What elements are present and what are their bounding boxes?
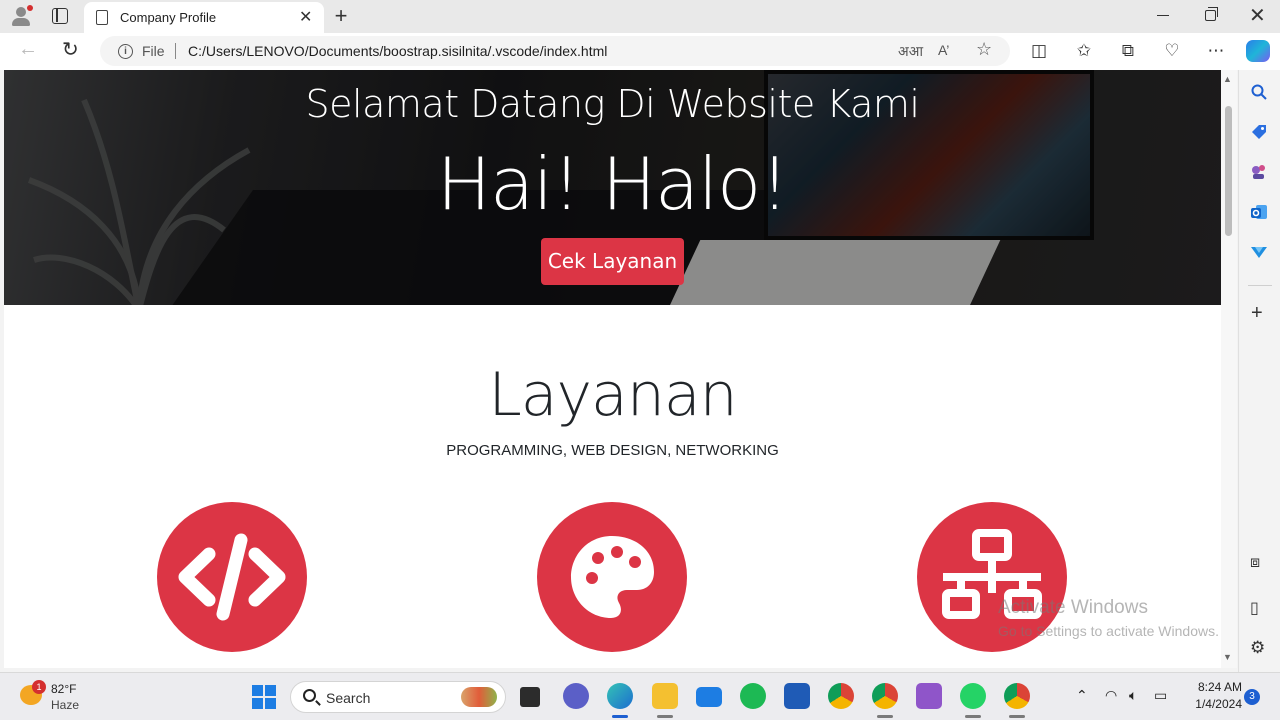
services-title: Layanan: [488, 360, 737, 430]
tab-title: Company Profile: [120, 10, 217, 25]
restore-button[interactable]: [1205, 7, 1218, 21]
palette-icon: [571, 536, 654, 618]
taskbar-search-label: Search: [326, 690, 371, 706]
explorer-active-indicator: [657, 715, 673, 718]
page-icon: [96, 10, 108, 25]
system-clock[interactable]: 8:24 AM 1/4/2024: [1186, 679, 1242, 713]
activate-windows-watermark: Activate Windows Go to Settings to activ…: [998, 597, 1219, 639]
teams-icon[interactable]: [563, 683, 589, 709]
start-button[interactable]: [252, 685, 276, 709]
scroll-thumb[interactable]: [1225, 106, 1232, 236]
whatsapp-active-indicator: [965, 715, 981, 718]
web-page: Selamat Datang Di Website Kami Hai! Halo…: [4, 70, 1221, 668]
drop-icon[interactable]: [1250, 243, 1268, 261]
reload-button[interactable]: ↻: [62, 37, 79, 62]
favorite-star-icon[interactable]: ☆: [976, 39, 992, 60]
chrome-second-profile-icon[interactable]: [1004, 683, 1030, 709]
add-sidebar-app-icon[interactable]: +: [1251, 302, 1263, 325]
edge-sidebar: + ⧈ ▯ ⚙: [1238, 70, 1280, 672]
spotify-icon[interactable]: [740, 683, 766, 709]
wifi-icon[interactable]: ◠: [1105, 687, 1117, 704]
translate-icon[interactable]: अआ: [898, 42, 923, 61]
search-icon[interactable]: [1250, 83, 1268, 101]
code-icon: [178, 533, 286, 621]
address-toolbar: ← ↻ i File C:/Users/LENOVO/Documents/boo…: [0, 33, 1280, 70]
read-aloud-icon[interactable]: A’: [938, 42, 949, 58]
sidebar-divider: [1248, 285, 1272, 286]
watermark-line-2: Go to Settings to activate Windows.: [998, 623, 1219, 639]
watermark-line-1: Activate Windows: [998, 597, 1148, 618]
address-bar[interactable]: i File C:/Users/LENOVO/Documents/boostra…: [100, 36, 1010, 66]
games-icon[interactable]: [1250, 163, 1268, 181]
service-programming: [157, 502, 307, 652]
windows-taskbar: 1 82°F Haze Search ⌃ ◠ 🔈︎ ▭ 8:24 AM 1/4/…: [0, 672, 1280, 720]
chrome2-active-indicator: [1009, 715, 1025, 718]
weather-temp: 82°F: [51, 682, 77, 696]
hero-subtitle: Selamat Datang Di Website Kami: [305, 82, 920, 126]
cek-layanan-button[interactable]: Cek Layanan: [541, 238, 684, 285]
search-highlight-icon: [461, 687, 497, 707]
whatsapp-icon[interactable]: [960, 683, 986, 709]
hide-sidebar-icon[interactable]: ▯: [1250, 598, 1259, 618]
task-view-icon[interactable]: [520, 687, 540, 707]
shopping-tag-icon[interactable]: [1250, 123, 1268, 141]
notification-badge[interactable]: 3: [1244, 689, 1260, 705]
close-tab-icon[interactable]: ✕: [299, 7, 312, 27]
service-web-design: [537, 502, 687, 652]
chrome-active-indicator: [877, 715, 893, 718]
outlook-icon[interactable]: [1250, 203, 1268, 221]
mail-icon[interactable]: [696, 687, 722, 707]
minimize-button[interactable]: [1157, 15, 1169, 17]
chrome-profile-icon[interactable]: [872, 683, 898, 709]
favorites-icon[interactable]: ✩: [1073, 41, 1095, 61]
word-icon[interactable]: [784, 683, 810, 709]
divider: [175, 43, 176, 59]
hero-title: Hai! Halo!: [436, 142, 789, 226]
edge-active-indicator: [612, 715, 628, 718]
page-scrollbar[interactable]: ▲ ▼: [1221, 70, 1237, 668]
url-text[interactable]: C:/Users/LENOVO/Documents/boostrap.sisil…: [188, 43, 607, 59]
more-menu-icon[interactable]: ⋯: [1205, 41, 1227, 61]
split-screen-icon[interactable]: ◫: [1028, 41, 1050, 61]
weather-widget[interactable]: 1 82°F Haze: [18, 680, 128, 714]
copilot-icon[interactable]: [1246, 40, 1270, 62]
taskbar-search[interactable]: Search: [290, 681, 506, 713]
tab-company-profile[interactable]: Company Profile ✕: [84, 2, 324, 33]
scroll-down-arrow-icon[interactable]: ▼: [1223, 652, 1232, 662]
sidebar-settings-icon[interactable]: ⚙: [1250, 638, 1265, 658]
close-window-button[interactable]: ✕: [1249, 3, 1266, 28]
new-tab-button[interactable]: +: [330, 3, 352, 29]
back-button[interactable]: ←: [18, 38, 38, 61]
clock-time: 8:24 AM: [1197, 680, 1242, 694]
profile-icon[interactable]: [8, 4, 34, 28]
browser-tab-strip: Company Profile ✕ + ✕: [0, 0, 1280, 33]
tray-overflow-icon[interactable]: ⌃: [1076, 687, 1088, 704]
battery-icon[interactable]: ▭: [1154, 687, 1167, 704]
services-subtitle: PROGRAMMING, WEB DESIGN, NETWORKING: [446, 442, 779, 459]
volume-icon[interactable]: 🔈︎: [1129, 687, 1137, 704]
info-icon[interactable]: i: [118, 44, 133, 59]
tab-actions-icon[interactable]: [52, 8, 68, 24]
collections-icon[interactable]: ⧉: [1117, 41, 1139, 61]
weather-badge: 1: [32, 680, 46, 694]
file-scheme-label: File: [142, 43, 165, 59]
weather-condition: Haze: [51, 698, 80, 712]
chrome-icon[interactable]: [828, 683, 854, 709]
hero-banner: Selamat Datang Di Website Kami Hai! Halo…: [4, 70, 1221, 305]
search-glass-icon: [303, 689, 316, 702]
screenshot-icon[interactable]: ⧈: [1250, 554, 1260, 572]
edge-taskbar-icon[interactable]: [607, 683, 633, 709]
visual-studio-icon[interactable]: [916, 683, 942, 709]
browser-essentials-icon[interactable]: ♡: [1161, 41, 1183, 61]
scroll-up-arrow-icon[interactable]: ▲: [1223, 74, 1232, 84]
clock-date: 1/4/2024: [1195, 697, 1242, 711]
file-explorer-icon[interactable]: [652, 683, 678, 709]
